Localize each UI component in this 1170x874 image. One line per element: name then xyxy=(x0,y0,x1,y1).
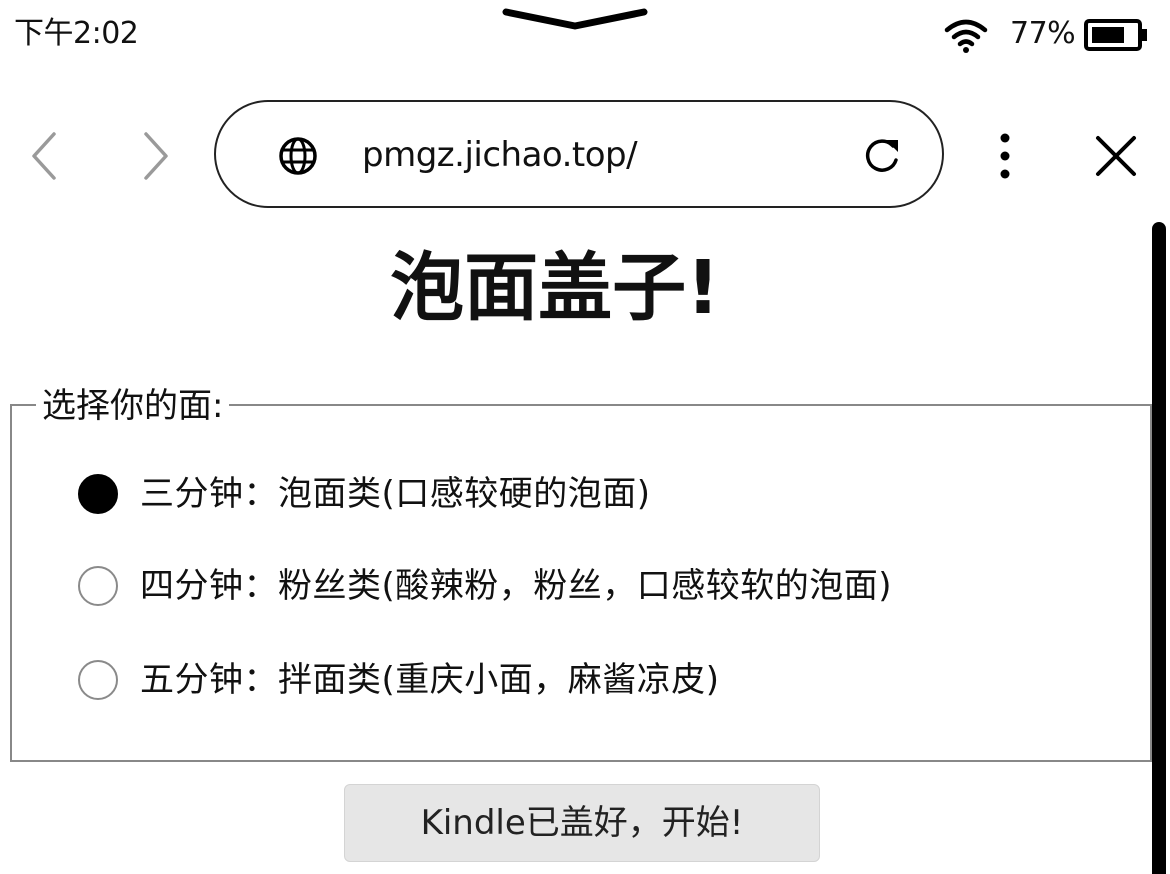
kindle-browser-screen: 下午2:02 77% pmgz.jichao.top/ 泡面盖子! 选择你的面:… xyxy=(0,0,1170,874)
radio-button[interactable] xyxy=(78,566,118,606)
reload-icon[interactable] xyxy=(862,136,902,176)
start-button[interactable]: Kindle已盖好，开始! xyxy=(344,784,820,862)
option-label: 五分钟：拌面类(重庆小面，麻酱凉皮) xyxy=(140,660,720,700)
close-icon[interactable] xyxy=(1094,134,1138,178)
option-label: 四分钟：粉丝类(酸辣粉，粉丝，口感较软的泡面) xyxy=(140,566,893,606)
radio-button[interactable] xyxy=(78,660,118,700)
globe-icon xyxy=(279,137,317,175)
option-three-minutes[interactable]: 三分钟：泡面类(口感较硬的泡面) xyxy=(78,468,651,520)
more-menu-icon[interactable] xyxy=(990,132,1020,180)
wifi-icon xyxy=(944,19,988,53)
fieldset-legend: 选择你的面: xyxy=(36,383,230,429)
pull-down-handle-icon[interactable] xyxy=(500,4,650,30)
option-four-minutes[interactable]: 四分钟：粉丝类(酸辣粉，粉丝，口感较软的泡面) xyxy=(78,560,892,612)
page-title: 泡面盖子! xyxy=(390,245,720,331)
option-label: 三分钟：泡面类(口感较硬的泡面) xyxy=(140,474,651,514)
battery-percent: 77% xyxy=(1010,16,1076,51)
url-text[interactable]: pmgz.jichao.top/ xyxy=(362,132,638,178)
status-time: 下午2:02 xyxy=(14,16,139,51)
back-icon[interactable] xyxy=(24,128,64,184)
radio-button[interactable] xyxy=(78,474,118,514)
page-scrollbar[interactable] xyxy=(1152,222,1166,874)
url-bar[interactable]: pmgz.jichao.top/ xyxy=(214,100,944,208)
option-five-minutes[interactable]: 五分钟：拌面类(重庆小面，麻酱凉皮) xyxy=(78,654,720,706)
forward-icon[interactable] xyxy=(136,128,176,184)
battery-icon xyxy=(1084,19,1147,51)
